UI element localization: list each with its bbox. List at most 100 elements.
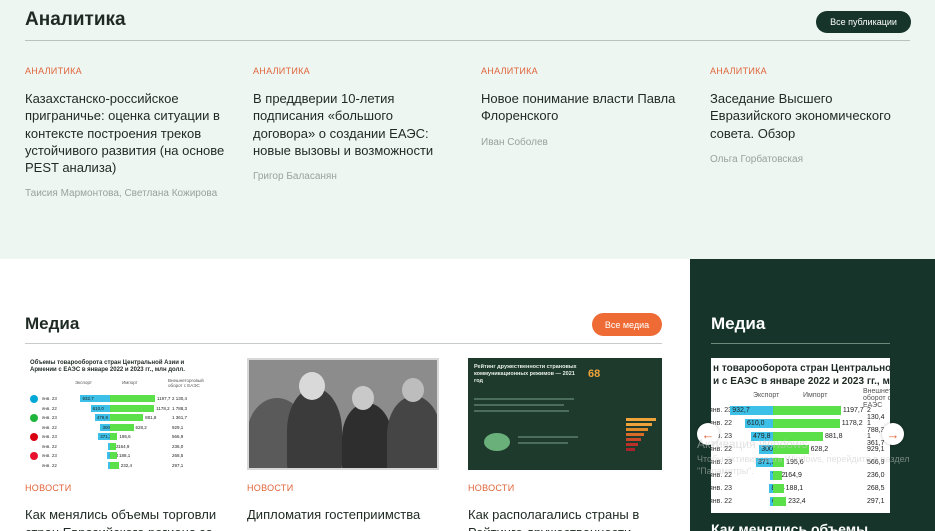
row-period: янв. 23 bbox=[42, 415, 57, 420]
import-value: 188,1 bbox=[785, 485, 804, 492]
card-title[interactable]: Дипломатия гостеприимства bbox=[247, 506, 447, 524]
export-header: Экспорт bbox=[753, 392, 780, 399]
title-line: и с ЕАЭС в январе 2022 и 2023 гг., млн д… bbox=[713, 376, 890, 387]
trade-row: янв. 22 610,0 1178,2 1 788,3 bbox=[30, 404, 210, 414]
sidebar-card-title[interactable]: Как менялись объемы bbox=[711, 521, 868, 531]
article-category[interactable]: АНАЛИТИКА bbox=[253, 66, 453, 86]
total-value: 1 788,3 bbox=[172, 405, 188, 411]
row-period: янв. 22 bbox=[42, 443, 57, 449]
trade-row: янв. 22 300,9 628,2 929,1 bbox=[30, 423, 210, 433]
trade-row: янв. 23 479,8 881,8 1 361,7 bbox=[30, 413, 210, 423]
total-value: 297,1 bbox=[867, 498, 885, 505]
import-header: Импорт bbox=[122, 380, 138, 385]
analytics-section: Аналитика Все публикации АНАЛИТИКА Казах… bbox=[0, 0, 935, 259]
sidebar-infographic-title: н товарооборота стран Центральной Азии и… bbox=[713, 362, 890, 388]
article-title[interactable]: Заседание Высшего Евразийского экономиче… bbox=[710, 90, 910, 142]
card-category[interactable]: НОВОСТИ bbox=[25, 483, 71, 493]
rating-report-thumbnail[interactable]: Рейтинг дружественности страновых коммун… bbox=[468, 358, 662, 470]
import-bar bbox=[773, 484, 784, 493]
handshake-icon bbox=[484, 433, 510, 451]
article-category[interactable]: АНАЛИТИКА bbox=[710, 66, 910, 86]
import-value: 188,1 bbox=[119, 453, 131, 458]
card-category[interactable]: НОВОСТИ bbox=[468, 483, 514, 493]
card-title[interactable]: Как располагались страны в Рейтинге друж… bbox=[468, 506, 668, 531]
row-period: янв. 23 bbox=[42, 453, 57, 458]
import-bar bbox=[110, 452, 118, 459]
watermark-text: Чтобы активировать Windows, перейдите в … bbox=[697, 454, 910, 476]
analytics-article[interactable]: АНАЛИТИКА Новое понимание власти Павла Ф… bbox=[481, 66, 681, 150]
divider bbox=[25, 343, 662, 344]
import-bar bbox=[110, 461, 119, 469]
analytics-article[interactable]: АНАЛИТИКА Заседание Высшего Евразийского… bbox=[710, 66, 910, 167]
media-card[interactable]: Объемы товарооборота стран Центральной А… bbox=[25, 358, 219, 531]
import-value: 232,4 bbox=[788, 498, 806, 505]
total-value: 1 361,7 bbox=[172, 415, 188, 420]
card-title[interactable]: Как менялись объемы торговли стран Евраз… bbox=[25, 506, 225, 531]
historical-photo-thumbnail[interactable] bbox=[247, 358, 439, 470]
import-value: 195,6 bbox=[119, 434, 131, 439]
import-value: 1197,7 bbox=[156, 396, 171, 401]
media-sidebar: Медиа н товарооборота стран Центральной … bbox=[690, 259, 935, 531]
analytics-article[interactable]: АНАЛИТИКА В преддверии 10-летия подписан… bbox=[253, 66, 453, 184]
country-flag-icon bbox=[30, 395, 38, 403]
article-title[interactable]: Новое понимание власти Павла Флоренского bbox=[481, 90, 681, 125]
analytics-article[interactable]: АНАЛИТИКА Казахстанско-российское пригра… bbox=[25, 66, 225, 201]
title-line: н товарооборота стран Центральной Азии bbox=[713, 363, 890, 374]
country-flag-icon bbox=[30, 433, 38, 441]
total-value: 297,1 bbox=[172, 462, 184, 468]
trade-row: янв. 2380,4188,1268,5 bbox=[711, 483, 890, 495]
report-title: Рейтинг дружественности страновых коммун… bbox=[474, 364, 577, 384]
total-value: 566,9 bbox=[172, 434, 184, 439]
media-card[interactable]: Рейтинг дружественности страновых коммун… bbox=[468, 358, 662, 531]
total-value: 2 130,4 bbox=[172, 396, 188, 401]
divider bbox=[711, 343, 890, 344]
article-title[interactable]: В преддверии 10-летия подписания «большо… bbox=[253, 90, 453, 159]
trade-row: янв. 2264,7232,4297,1 bbox=[30, 461, 210, 471]
row-period: янв. 22 bbox=[42, 462, 57, 468]
import-bar bbox=[773, 419, 840, 428]
import-bar bbox=[773, 497, 787, 506]
trade-infographic-thumbnail[interactable]: Объемы товарооборота стран Центральной А… bbox=[25, 358, 219, 470]
media-card[interactable]: НОВОСТИ Дипломатия гостеприимства bbox=[247, 358, 439, 522]
article-title[interactable]: Казахстанско-российское приграничье: оце… bbox=[25, 90, 225, 176]
trade-row: янв. 23 932,7 1197,7 2 130,4 bbox=[711, 405, 890, 421]
total-value: 268,5 bbox=[867, 485, 885, 492]
article-author[interactable]: Иван Соболев bbox=[481, 135, 681, 150]
trade-row: янв. 23 932,7 1197,7 2 130,4 bbox=[30, 394, 210, 404]
all-publications-button[interactable]: Все публикации bbox=[816, 11, 911, 33]
sidebar-infographic[interactable]: н товарооборота стран Центральной Азии и… bbox=[711, 358, 890, 513]
total-value: 236,0 bbox=[172, 443, 184, 449]
import-bar bbox=[773, 406, 841, 415]
import-value: 1197,7 bbox=[842, 407, 864, 414]
import-value: 881,8 bbox=[145, 415, 157, 420]
import-bar bbox=[110, 433, 118, 440]
import-bar bbox=[110, 404, 155, 412]
article-author[interactable]: Таисия Мармонтова, Светлана Кожирова bbox=[25, 186, 225, 201]
import-value: 628,2 bbox=[135, 424, 147, 430]
article-category[interactable]: АНАЛИТИКА bbox=[25, 66, 225, 86]
import-bar bbox=[110, 414, 144, 421]
article-author[interactable]: Ольга Горбатовская bbox=[710, 152, 910, 167]
photo-frame bbox=[247, 358, 439, 470]
import-value: 1178,2 bbox=[156, 405, 170, 411]
export-value: 610,0 bbox=[747, 420, 765, 427]
card-category[interactable]: НОВОСТИ bbox=[247, 483, 293, 493]
article-category[interactable]: АНАЛИТИКА bbox=[481, 66, 681, 86]
total-value: 929,1 bbox=[172, 424, 184, 430]
row-period: янв. 23 bbox=[42, 396, 57, 401]
article-author[interactable]: Григор Баласанян bbox=[253, 169, 453, 184]
import-value: 164,9 bbox=[118, 443, 130, 449]
all-media-button[interactable]: Все медиа bbox=[592, 313, 662, 336]
row-period: янв. 23 bbox=[42, 434, 57, 439]
import-value: 232,4 bbox=[120, 462, 132, 468]
export-value: 610,0 bbox=[92, 405, 104, 411]
export-value: 932,7 bbox=[732, 407, 750, 414]
export-value: 479,8 bbox=[96, 415, 109, 420]
sidebar-title: Медиа bbox=[711, 314, 766, 333]
export-header: Экспорт bbox=[75, 380, 92, 385]
trade-row: янв. 23 371,3 195,6 566,9 bbox=[30, 432, 210, 442]
windows-activation-watermark: Активация Windows Чтобы активировать Win… bbox=[697, 437, 935, 477]
divider bbox=[25, 40, 910, 41]
row-period: янв. 22 bbox=[42, 405, 57, 411]
country-flag-icon bbox=[30, 414, 38, 422]
